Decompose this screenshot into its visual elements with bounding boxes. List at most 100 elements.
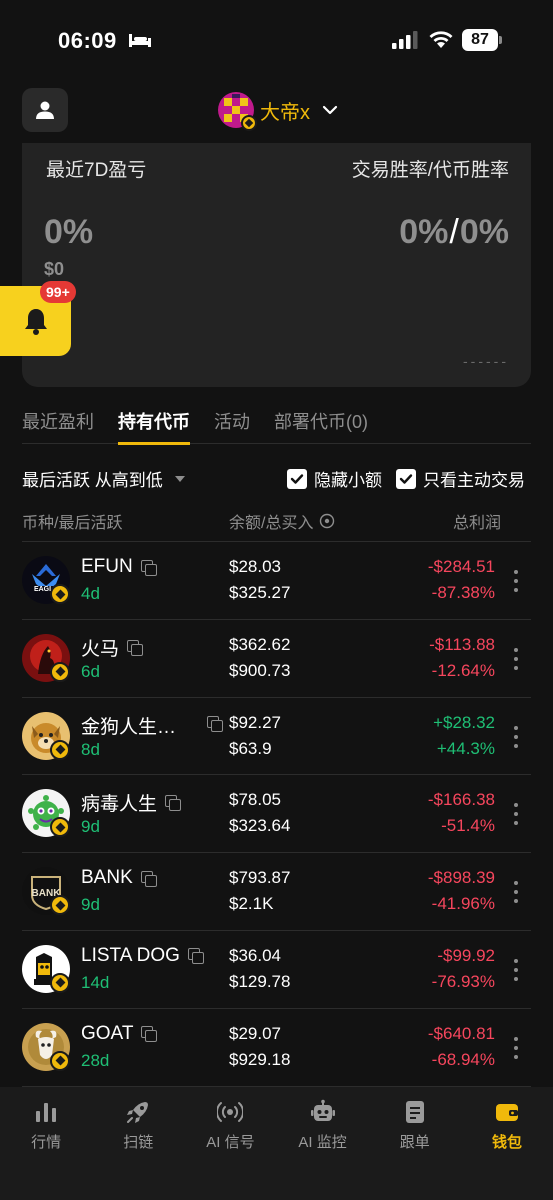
token-balance: $92.27 [229, 712, 281, 732]
status-time: 06:09 [58, 28, 117, 53]
column-header-balance-label: 余额/总买入 [229, 515, 314, 532]
nav-copy-trade[interactable]: 跟单 [369, 1087, 461, 1200]
bnb-chain-icon [50, 817, 70, 838]
token-total-buy: $929.18 [229, 1049, 291, 1069]
more-options-icon[interactable] [513, 803, 519, 826]
bnb-chain-icon [50, 584, 70, 604]
chevron-down-icon [322, 105, 338, 115]
nav-wallet[interactable]: 钱包 [461, 1087, 553, 1200]
token-pnl-percent: -12.64% [431, 660, 495, 680]
token-name: 火马 [81, 634, 144, 661]
bnb-chain-icon [50, 972, 70, 993]
token-row[interactable]: LISTA DOG 14d $36.04 $129.78 -$99.92 -76… [22, 931, 531, 1009]
token-total-buy: $63.9 [229, 738, 272, 758]
token-last-active: 14d [81, 972, 110, 992]
token-name: GOAT [81, 1023, 158, 1045]
copy-icon[interactable] [140, 870, 157, 887]
stats-placeholder: ------ [463, 353, 509, 369]
cellular-signal-icon [392, 31, 418, 49]
copy-icon[interactable] [141, 1026, 158, 1043]
battery-level: 87 [462, 29, 498, 51]
nav-label: AI 监控 [298, 1134, 347, 1151]
pnl-stats-card: 最近7D盈亏 交易胜率/代币胜率 0% $0 0%/0% ------ [22, 143, 531, 387]
token-last-active: 4d [81, 584, 100, 603]
user-icon [36, 101, 54, 119]
checkbox-checked-icon [287, 468, 307, 489]
token-balance: $28.03 [229, 557, 281, 576]
column-header-balance[interactable]: 余额/总买入 [229, 509, 335, 533]
caret-down-icon [174, 475, 185, 482]
token-row[interactable]: EAGLE EFUN 4d $28.03 $325.27 -$284.51 -8… [22, 542, 531, 620]
token-winrate: 0% [459, 213, 509, 251]
nav-label: 跟单 [399, 1134, 430, 1151]
bnb-chain-icon [50, 1050, 70, 1071]
token-last-active: 8d [81, 739, 100, 759]
copy-icon[interactable] [187, 948, 204, 965]
tab-activity[interactable]: 活动 [214, 404, 250, 444]
copy-icon[interactable] [207, 715, 223, 732]
token-name: 金狗人生… [81, 716, 177, 738]
more-options-icon[interactable] [513, 958, 519, 981]
token-pnl: -$99.92 [437, 945, 495, 965]
trade-winrate: 0% [399, 213, 449, 251]
token-total-buy: $2.1K [229, 894, 274, 914]
token-row[interactable]: 病毒人生 9d $78.05 $323.64 -$166.38 -51.4% [22, 775, 531, 854]
tab-holdings[interactable]: 持有代币 [118, 404, 190, 445]
token-name: 病毒人生 [81, 789, 182, 816]
token-last-active: 9d [81, 817, 100, 837]
token-name: BANK [81, 867, 157, 889]
profile-button[interactable] [22, 88, 68, 132]
status-bar: 06:09 87 [0, 0, 553, 80]
nav-ai-monitor[interactable]: AI 监控 [277, 1087, 369, 1200]
nav-scan-chain[interactable]: 扫链 [92, 1087, 184, 1200]
bnb-chain-icon [50, 895, 70, 916]
sort-label: 最后活跃 从高到低 [22, 471, 163, 490]
winrate-separator: / [449, 213, 459, 251]
copy-icon[interactable] [165, 795, 182, 812]
token-pnl-percent: +44.3% [436, 738, 495, 758]
token-row[interactable]: 火马 6d $362.62 $900.73 -$113.88 -12.64% [22, 620, 531, 698]
nav-market[interactable]: 行情 [0, 1087, 92, 1200]
account-switcher[interactable]: 大帝x [218, 92, 338, 131]
bnb-chain-icon [50, 739, 70, 760]
more-options-icon[interactable] [513, 725, 519, 748]
token-pnl: -$898.39 [427, 868, 495, 888]
token-row[interactable]: GOAT 28d $29.07 $929.18 -$640.81 -68.94% [22, 1009, 531, 1087]
robot-icon [310, 1099, 335, 1121]
token-balance: $78.05 [229, 790, 281, 810]
token-total-buy: $325.27 [229, 583, 291, 602]
token-pnl-percent: -68.94% [431, 1049, 495, 1069]
token-last-active: 9d [81, 895, 100, 915]
copy-icon[interactable] [127, 639, 144, 656]
wallet-tabs: 最近盈利 持有代币 活动 部署代币(0) [22, 404, 531, 445]
nav-label: 行情 [31, 1134, 62, 1151]
copy-icon[interactable] [140, 559, 157, 576]
token-pnl: -$113.88 [429, 634, 495, 654]
active-trade-checkbox[interactable]: 只看主动交易 [396, 466, 525, 491]
token-name: EFUN [81, 556, 157, 578]
wallet-icon [495, 1104, 518, 1121]
tab-recent-profit[interactable]: 最近盈利 [22, 404, 94, 444]
token-row[interactable]: BANK BANK 9d $793.87 $2.1K -$898.39 -41.… [22, 853, 531, 931]
column-header-coin: 币种/最后活跃 [22, 515, 123, 532]
pnl-7d-usd: $0 [44, 259, 65, 279]
more-options-icon[interactable] [513, 1036, 519, 1059]
more-options-icon[interactable] [513, 647, 519, 670]
more-options-icon[interactable] [513, 570, 519, 592]
token-balance: $793.87 [229, 868, 291, 888]
bell-icon [24, 309, 47, 335]
sort-dropdown[interactable]: 最后活跃 从高到低 [22, 466, 185, 491]
token-balance: $362.62 [229, 634, 291, 654]
more-options-icon[interactable] [513, 881, 519, 904]
token-pnl-percent: -76.93% [431, 971, 495, 991]
notification-count-badge: 99+ [40, 281, 76, 303]
nav-ai-signal[interactable]: AI 信号 [184, 1087, 276, 1200]
nav-label: AI 信号 [206, 1134, 255, 1151]
token-pnl: -$284.51 [427, 557, 495, 576]
token-row[interactable]: 金狗人生… 8d $92.27 $63.9 +$28.32 +44.3% [22, 698, 531, 776]
pnl-7d-label: 最近7D盈亏 [46, 160, 147, 181]
hide-small-checkbox[interactable]: 隐藏小额 [287, 466, 382, 491]
token-balance: $29.07 [229, 1023, 281, 1043]
hide-small-label: 隐藏小额 [314, 471, 382, 490]
tab-deployed-tokens[interactable]: 部署代币(0) [274, 404, 368, 444]
